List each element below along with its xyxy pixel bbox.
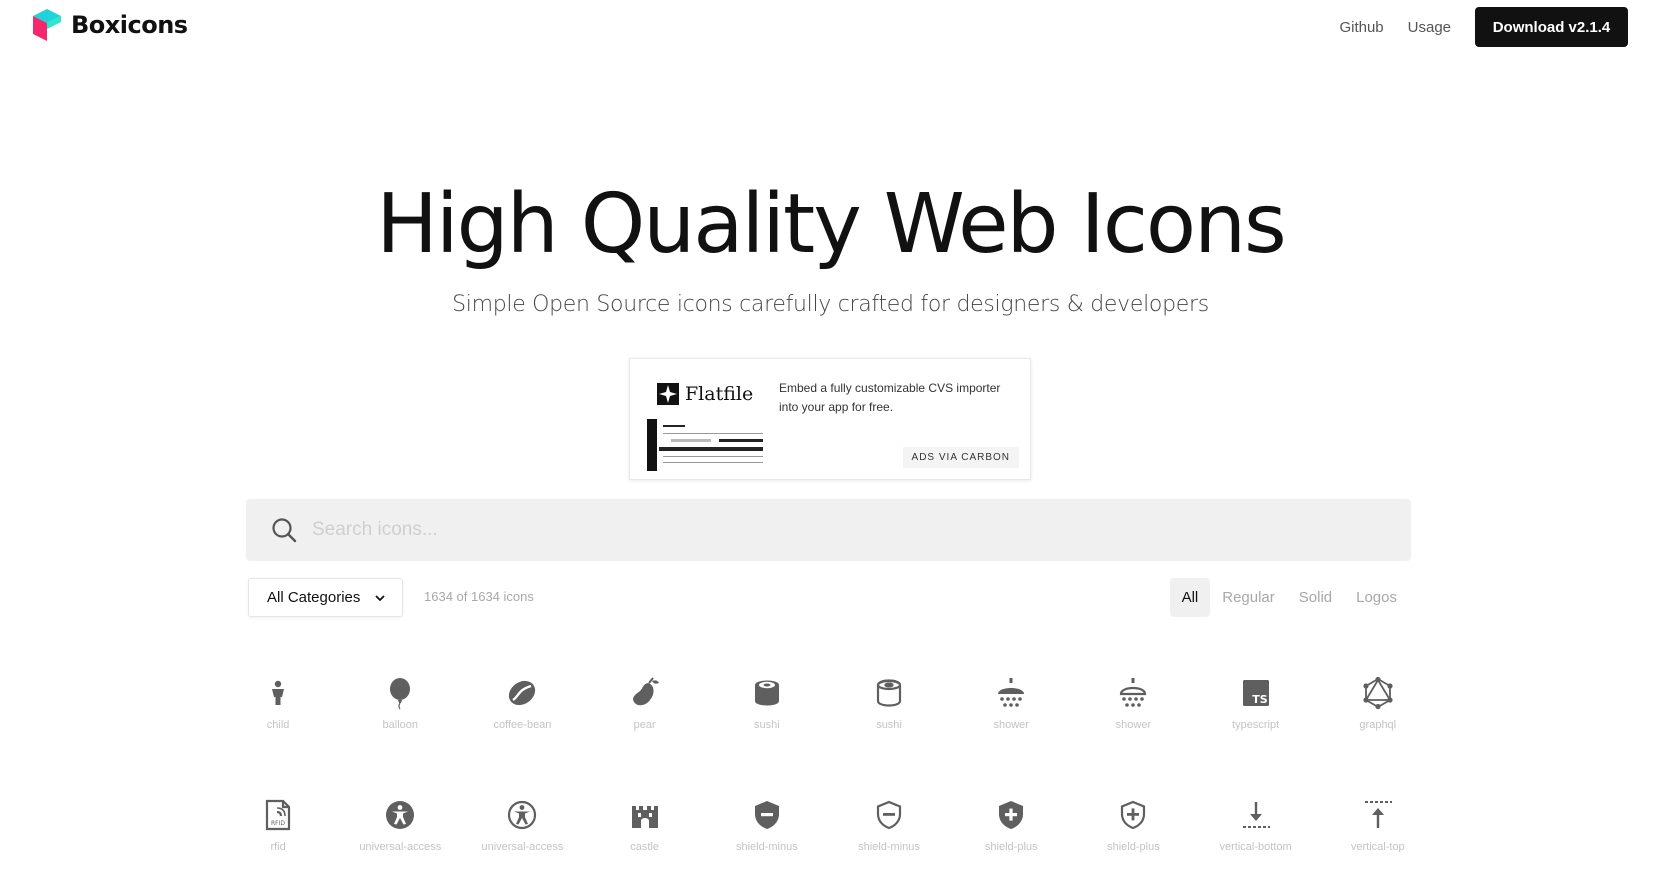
ad-text: Embed a fully customizable CVS importer …: [779, 381, 1001, 414]
sushi-outline-icon: [876, 679, 902, 707]
icon-card-universal-access-outline[interactable]: universal-access: [461, 790, 583, 890]
carbon-ad[interactable]: Flatfile Embed a fully customizable CVS …: [629, 358, 1031, 480]
shield-minus-icon: [754, 801, 779, 829]
icon-label: balloon: [382, 719, 419, 731]
hero-subtitle: Simple Open Source icons carefully craft…: [452, 292, 1209, 317]
top-header: Boxicons Github Usage Download v2.1.4: [0, 0, 1661, 56]
icon-card-sushi[interactable]: sushi: [706, 668, 828, 790]
icon-label: rfid: [270, 841, 286, 853]
ad-screenshot: [647, 419, 771, 471]
icon-label: sushi: [754, 719, 780, 731]
icon-label: shield-minus: [735, 841, 798, 853]
vertical-top-icon: [1364, 801, 1392, 828]
typescript-icon: TS: [1242, 680, 1269, 706]
rfid-icon: RFID: [265, 799, 291, 831]
icon-card-pear[interactable]: pear: [584, 668, 706, 790]
icon-label: child: [266, 719, 290, 731]
ads-via-carbon[interactable]: ADS VIA CARBON: [902, 447, 1019, 468]
brand-name: Boxicons: [71, 11, 188, 39]
icon-card-child[interactable]: child: [217, 668, 339, 790]
icon-label: universal-access: [481, 841, 564, 853]
chevron-down-icon: [375, 595, 385, 602]
icon-label: shield-minus: [858, 841, 920, 853]
icon-card-vertical-top[interactable]: vertical-top: [1317, 790, 1439, 890]
download-button[interactable]: Download v2.1.4: [1475, 7, 1628, 47]
icon-label: coffee-bean: [493, 719, 552, 731]
icon-label: typescript: [1232, 719, 1280, 731]
icon-row: child balloon coffee-bean pear sushi sus…: [217, 668, 1439, 790]
icon-card-vertical-bottom[interactable]: vertical-bottom: [1195, 790, 1317, 890]
tab-regular[interactable]: Regular: [1210, 578, 1287, 617]
vertical-bottom-icon: [1242, 802, 1270, 828]
icon-label: vertical-bottom: [1219, 841, 1292, 853]
shield-plus-outline-icon: [1121, 800, 1146, 830]
tab-all[interactable]: All: [1169, 578, 1211, 617]
icon-card-shield-minus-outline[interactable]: shield-minus: [828, 790, 950, 890]
graphql-icon: [1363, 676, 1393, 710]
icon-label: vertical-top: [1350, 841, 1405, 853]
hero-title: High Quality Web Icons: [376, 177, 1287, 272]
icon-label: sushi: [876, 719, 902, 731]
ad-brand-name: Flatfile: [685, 383, 754, 405]
universal-access-icon: [386, 801, 415, 829]
icon-card-sushi-outline[interactable]: sushi: [828, 668, 950, 790]
icon-card-balloon[interactable]: balloon: [339, 668, 461, 790]
icon-label: shower: [993, 719, 1029, 731]
github-link[interactable]: Github: [1339, 19, 1383, 36]
shield-plus-icon: [999, 801, 1024, 829]
pear-icon: [632, 677, 659, 706]
icon-label: universal-access: [359, 841, 442, 853]
coffee-bean-icon: [509, 680, 536, 706]
boxicons-logo-icon: [33, 9, 61, 41]
search-icon: [272, 518, 297, 543]
usage-link[interactable]: Usage: [1408, 19, 1451, 36]
icon-label: shield-plus: [984, 841, 1038, 853]
top-nav: Github Usage Download v2.1.4: [1339, 7, 1628, 47]
type-tabs: All Regular Solid Logos: [1169, 578, 1409, 617]
search-bar: [246, 499, 1411, 561]
balloon-icon: [390, 678, 411, 710]
icon-grid: child balloon coffee-bean pear sushi sus…: [217, 668, 1439, 890]
icon-card-shower-outline[interactable]: shower: [1072, 668, 1194, 790]
shield-minus-outline-icon: [876, 800, 902, 830]
icon-card-shield-plus-outline[interactable]: shield-plus: [1072, 790, 1194, 890]
sushi-icon: [754, 680, 779, 706]
icon-count: 1634 of 1634 icons: [424, 589, 534, 604]
icon-card-shower[interactable]: shower: [950, 668, 1072, 790]
icon-label: pear: [633, 719, 656, 731]
icon-card-rfid[interactable]: RFID rfid: [217, 790, 339, 890]
tab-logos[interactable]: Logos: [1344, 578, 1409, 617]
boxicons-logo[interactable]: Boxicons: [31, 7, 188, 43]
icon-card-graphql[interactable]: graphql: [1317, 668, 1439, 790]
icon-label: graphql: [1359, 719, 1397, 731]
icon-card-shield-minus[interactable]: shield-minus: [706, 790, 828, 890]
icon-card-castle[interactable]: castle: [584, 790, 706, 890]
flatfile-logo-icon: [657, 383, 679, 405]
search-input[interactable]: [312, 499, 1392, 561]
svg-text:TS: TS: [1252, 693, 1268, 706]
svg-text:RFID: RFID: [271, 820, 285, 827]
icon-card-coffee-bean[interactable]: coffee-bean: [461, 668, 583, 790]
icon-card-typescript[interactable]: TS typescript: [1195, 668, 1317, 790]
icon-card-shield-plus[interactable]: shield-plus: [950, 790, 1072, 890]
icon-label: castle: [630, 841, 660, 853]
ad-brand: Flatfile: [657, 383, 753, 405]
icon-card-universal-access[interactable]: universal-access: [339, 790, 461, 890]
icon-label: shower: [1115, 719, 1152, 731]
child-icon: [272, 680, 285, 705]
category-select[interactable]: All Categories: [248, 578, 403, 617]
shower-outline-icon: [1120, 678, 1147, 707]
shower-icon: [998, 678, 1025, 707]
tab-solid[interactable]: Solid: [1287, 578, 1344, 617]
universal-access-outline-icon: [508, 800, 537, 830]
icon-label: shield-plus: [1107, 841, 1160, 853]
castle-icon: [631, 806, 658, 828]
category-select-value: All Categories: [267, 589, 361, 606]
icon-row: RFID rfid universal-access universal-acc…: [217, 790, 1439, 890]
